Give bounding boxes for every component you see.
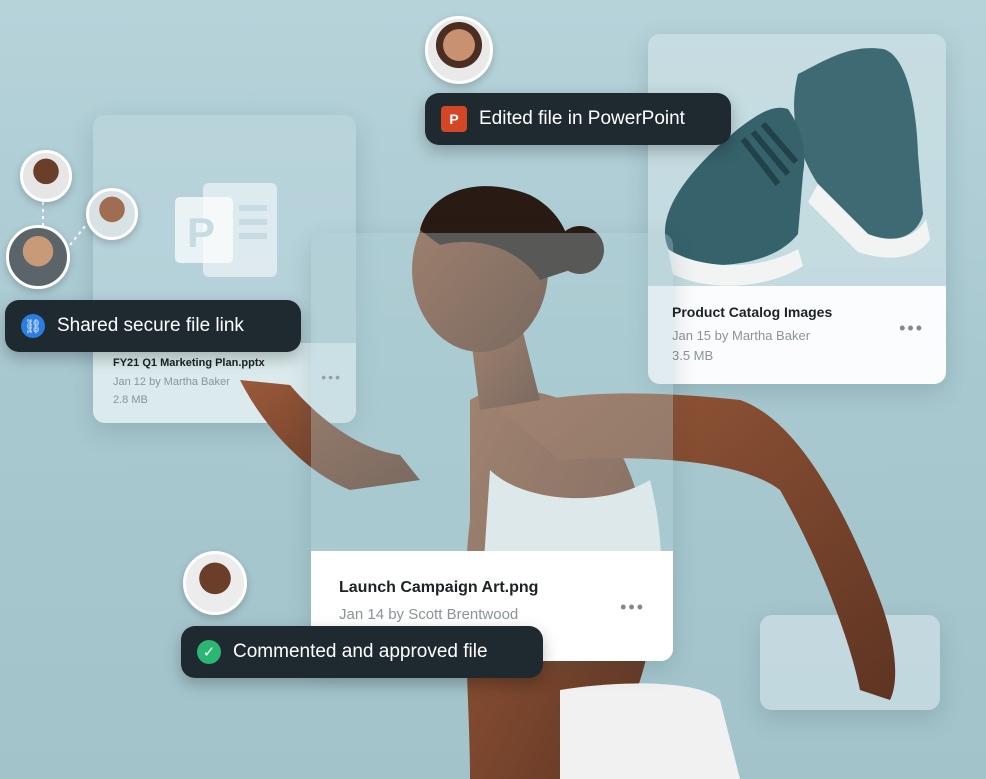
shared-link-pill: ⛓ Shared secure file link bbox=[5, 300, 301, 352]
avatar bbox=[6, 225, 70, 289]
check-icon: ✓ bbox=[197, 640, 221, 664]
powerpoint-icon: P bbox=[441, 106, 467, 132]
campaign-date: Jan 14 by Scott Brentwood bbox=[339, 606, 519, 623]
avatar bbox=[425, 16, 493, 84]
avatar bbox=[183, 551, 247, 615]
link-icon: ⛓ bbox=[21, 314, 45, 338]
commented-approved-pill: ✓ Commented and approved file bbox=[181, 626, 543, 678]
campaign-title: Launch Campaign Art.png bbox=[339, 579, 539, 596]
campaign-card[interactable]: Launch Campaign Art.png Jan 14 by Scott … bbox=[311, 233, 673, 661]
edited-powerpoint-pill: P Edited file in PowerPoint bbox=[425, 93, 731, 145]
edited-pill-text: Edited file in PowerPoint bbox=[479, 108, 685, 129]
avatar bbox=[86, 188, 138, 240]
shared-pill-text: Shared secure file link bbox=[57, 315, 244, 336]
avatar bbox=[20, 150, 72, 202]
commented-pill-text: Commented and approved file bbox=[233, 641, 488, 662]
campaign-more-icon[interactable]: ••• bbox=[620, 597, 645, 618]
